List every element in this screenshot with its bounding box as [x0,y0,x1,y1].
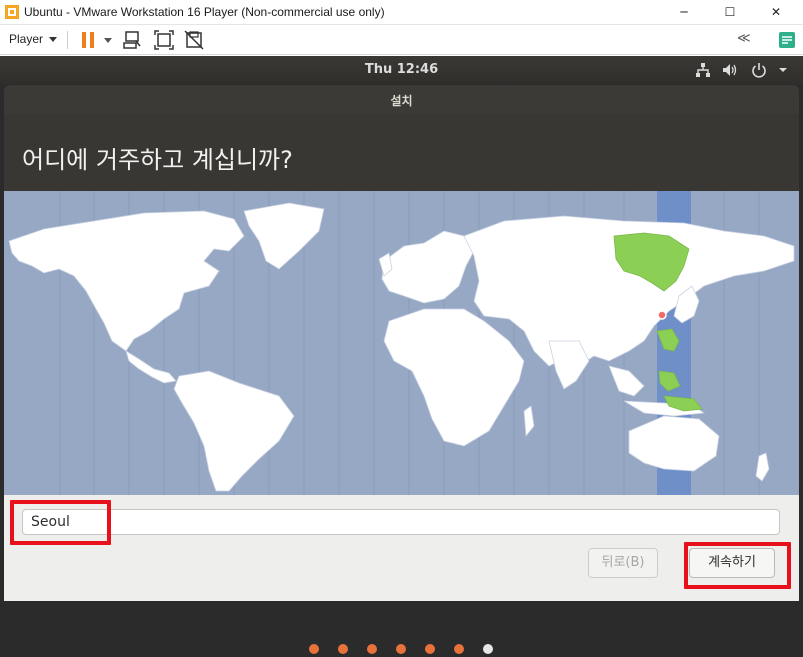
progress-dot [425,644,435,654]
unity-icon[interactable] [183,29,205,51]
progress-dot [338,644,348,654]
pause-menu-caret-icon[interactable] [104,38,112,43]
maximize-button[interactable]: ☐ [707,0,753,24]
menu-caret-icon[interactable] [774,61,792,79]
power-icon[interactable] [750,61,768,79]
installer-title: 설치 [390,94,413,108]
notes-icon[interactable] [776,29,798,51]
progress-dot [396,644,406,654]
city-input-highlight [10,500,111,545]
page-title: 어디에 거주하고 계십니까? [22,146,293,174]
window-title: Ubuntu - VMware Workstation 16 Player (N… [24,5,385,19]
vmware-app-icon [5,5,19,19]
continue-button-highlight [684,542,791,589]
progress-dot [309,644,319,654]
player-menu-caret-icon[interactable] [49,37,57,42]
close-button[interactable]: ✕ [753,0,799,24]
clock[interactable]: Thu 12:46 [0,62,803,77]
progress-dot [454,644,464,654]
timezone-map[interactable] [4,191,799,495]
minimize-button[interactable]: ─ [661,0,707,24]
ubuntu-top-bar: Thu 12:46 [0,56,803,84]
installer-form: 뒤로(B) 계속하기 [4,495,799,601]
vmware-toolbar: Player ≪ [0,25,803,55]
question-panel: 어디에 거주하고 계십니까? [4,114,799,191]
progress-dot-current [483,644,493,654]
toolbar-divider [67,31,68,49]
world-map-svg[interactable] [4,191,799,495]
send-ctrl-alt-del-icon[interactable] [122,29,144,51]
location-pin-icon[interactable] [657,310,667,320]
collapse-icon[interactable]: ≪ [737,31,751,46]
back-button[interactable]: 뒤로(B) [588,548,658,578]
progress-area [0,601,803,657]
volume-icon[interactable] [721,61,739,79]
city-input[interactable] [22,509,780,535]
installer-header: 설치 [4,85,799,114]
vm-display: Thu 12:46 설치 어디에 거주하고 계십니까? Seoul 뒤로(B) … [0,56,803,657]
player-menu[interactable]: Player [9,32,43,46]
progress-dot [367,644,377,654]
pause-icon[interactable] [77,29,99,51]
fit-guest-icon[interactable] [153,29,175,51]
window-titlebar: Ubuntu - VMware Workstation 16 Player (N… [0,0,803,25]
network-icon[interactable] [694,61,712,79]
